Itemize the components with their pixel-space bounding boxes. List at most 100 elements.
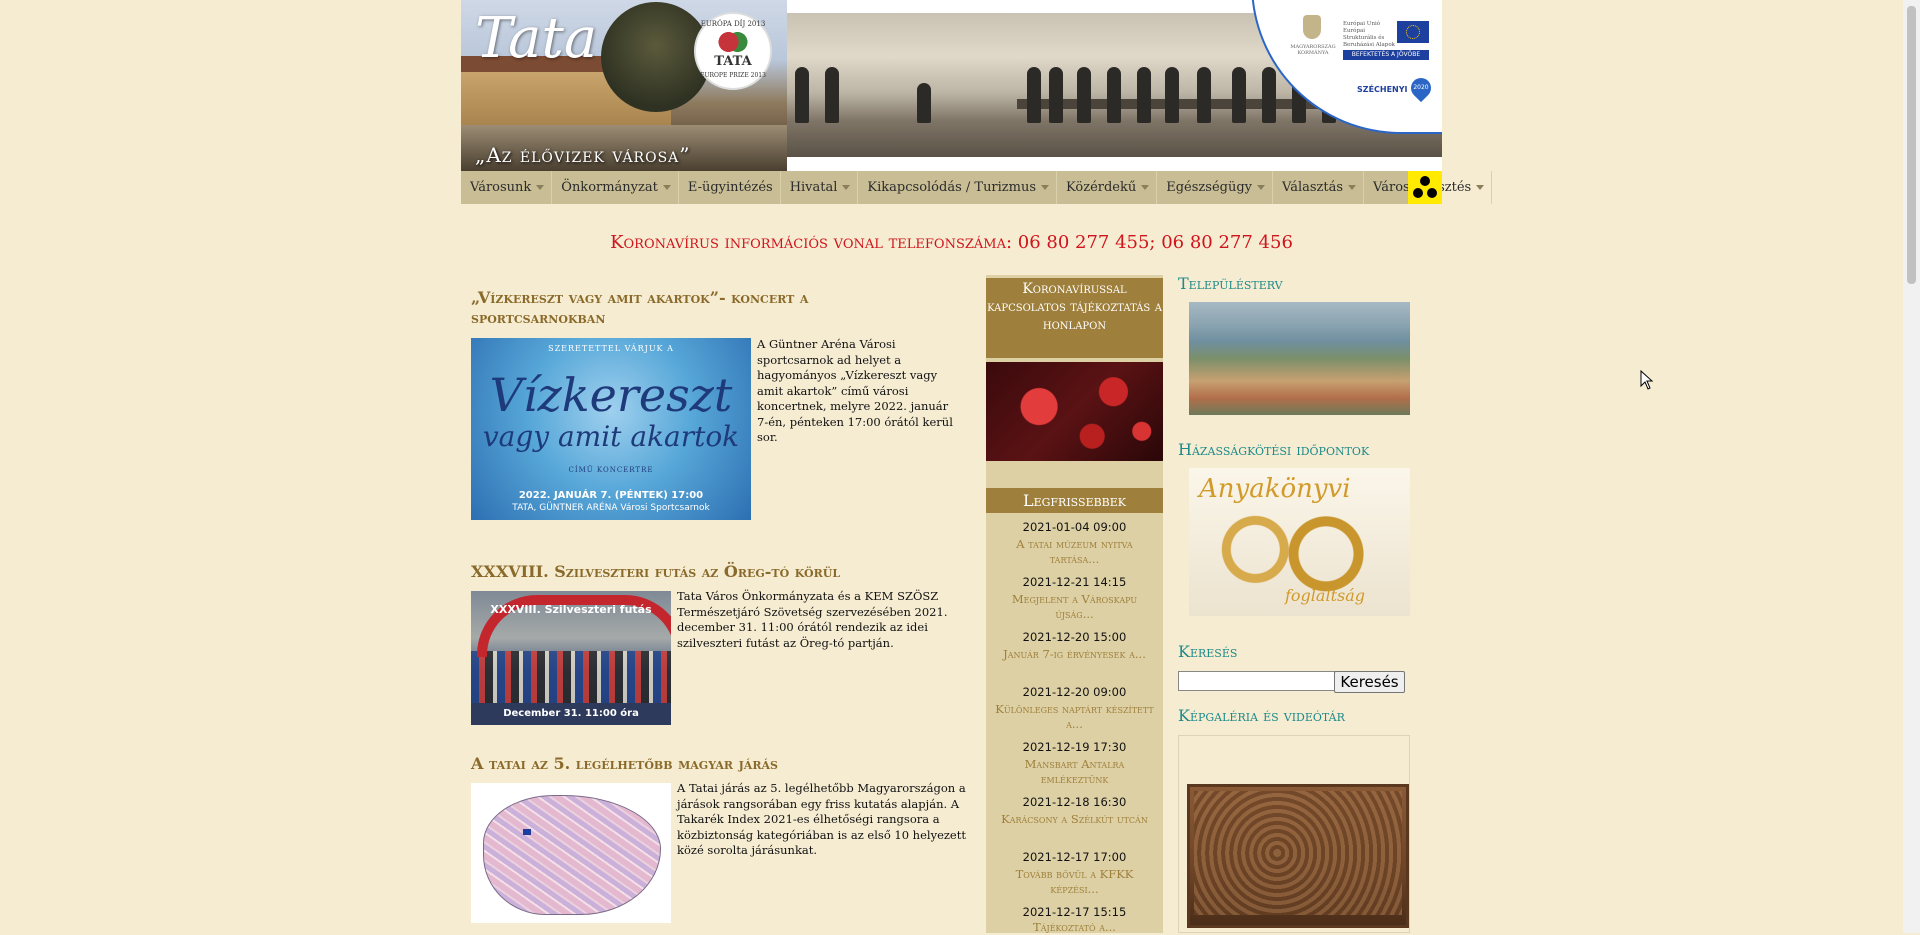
article-title[interactable]: „Vízkereszt vagy amit akartok”- koncert … <box>471 288 911 328</box>
nav-item-hivatal[interactable]: Hivatal <box>781 171 859 204</box>
latest-news-header: Legfrissebbek <box>986 488 1163 513</box>
photo-person <box>1137 67 1151 123</box>
eu-funds-text: Európai Unió Európai Strukturális és Ber… <box>1343 21 1395 48</box>
caret-down-icon <box>1257 185 1266 190</box>
nav-item-varosunk[interactable]: Városunk <box>461 171 553 204</box>
photo-person <box>795 67 809 123</box>
poster-date: 2022. JANUÁR 7. (PÉNTEK) 17:00 <box>518 490 704 501</box>
europe-prize-badge: EURÓPA DÍJ 2013 TATA EUROPE PRIZE 2013 <box>694 12 772 90</box>
news-link[interactable]: Mansbart Antalra emlékeztünk <box>994 757 1155 787</box>
nav-item-label: Hivatal <box>789 180 838 195</box>
covid-info-box-title[interactable]: Koronavírussal kapcsolatos tájékoztatás … <box>986 278 1163 358</box>
scrollbar-thumb[interactable] <box>1907 6 1916 284</box>
news-date: 2021-12-17 17:00 <box>1022 850 1127 864</box>
latest-news-column: Koronavírussal kapcsolatos tájékoztatás … <box>986 275 1163 934</box>
szechenyi-year: 2020 <box>1413 84 1429 91</box>
nav-item-egeszsegugy[interactable]: Egészségügy <box>1157 171 1274 204</box>
szechenyi-label: SZÉCHENYI <box>1357 85 1408 94</box>
gallery-box <box>1178 735 1410 933</box>
news-date: 2021-12-20 09:00 <box>1022 685 1127 699</box>
image-caption: XXXVIII. Szilveszteri futás <box>490 603 652 616</box>
mouse-cursor-icon <box>1640 370 1654 390</box>
coronavirus-image[interactable] <box>986 362 1163 461</box>
nav-item-e-ugyintezes[interactable]: E-ügyintézés <box>679 171 781 204</box>
news-date: 2021-12-18 16:30 <box>1022 795 1127 809</box>
article-image[interactable]: SZERETETTEL VÁRJUK A Vízkereszt vagy ami… <box>471 338 751 520</box>
photo-person <box>1027 67 1041 123</box>
nav-item-label: Kikapcsolódás / Turizmus <box>867 180 1037 195</box>
photo-person <box>1077 67 1091 123</box>
accessibility-dot <box>1420 176 1430 186</box>
covid-hotline[interactable]: Koronavírus információs vonal telefonszá… <box>461 232 1442 253</box>
news-date: 2021-12-17 15:15 <box>1022 905 1127 919</box>
poster-title: Vízkereszt <box>489 368 733 422</box>
article-excerpt: A Tatai járás az 5. legélhetőbb Magyaror… <box>677 781 966 857</box>
caret-down-icon <box>662 185 671 190</box>
news-date: 2021-01-04 09:00 <box>1022 520 1127 534</box>
photo-person <box>1262 67 1276 123</box>
photo-person <box>825 67 839 123</box>
news-link[interactable]: Karácsony a Szélkút utcán <box>994 812 1155 827</box>
wedding-title[interactable]: Házasságkötési időpontok <box>1178 440 1369 459</box>
nav-item-label: Városunk <box>470 180 532 195</box>
site-logo[interactable]: Tata EURÓPA DÍJ 2013 TATA EUROPE PRIZE 2… <box>461 0 787 171</box>
prize-bottom-text: EUROPE PRIZE 2013 <box>700 72 766 79</box>
poster-text: SZERETETTEL VÁRJUK A <box>548 344 674 353</box>
poster-text: CÍMŰ KONCERTRE <box>568 466 654 474</box>
caret-down-icon <box>842 185 851 190</box>
nav-item-kozerdeku[interactable]: Közérdekű <box>1057 171 1158 204</box>
image-caption: Anyakönyvi <box>1199 474 1351 504</box>
caret-down-icon <box>536 185 545 190</box>
logo-script: Tata <box>475 6 598 71</box>
news-link[interactable]: A tatai múzeum nyitva tartása... <box>994 537 1155 567</box>
nav-item-valasztas[interactable]: Választás <box>1273 171 1365 204</box>
gallery-title[interactable]: Képgaléria és videótár <box>1178 706 1345 725</box>
nav-item-label: Választás <box>1282 180 1344 195</box>
news-link[interactable]: Január 7-ig érvényesek a... <box>994 647 1155 662</box>
poster-subtitle: vagy amit akartok <box>482 420 740 453</box>
hungary-government-text: MAGYARORSZÁG KORMÁNYA <box>1290 44 1336 56</box>
caret-down-icon <box>1348 185 1357 190</box>
site-motto: „Az élővizek városa” <box>475 143 691 167</box>
photo-person <box>1107 67 1121 123</box>
news-link[interactable]: Megjelent a Városkapu újság... <box>994 592 1155 622</box>
article-image[interactable] <box>471 783 671 923</box>
image-caption: foglaltság <box>1285 586 1365 605</box>
article-excerpt: A Güntner Aréna Városi sportcsarnok ad h… <box>757 337 953 444</box>
nav-item-onkormanyzat[interactable]: Önkormányzat <box>552 171 679 204</box>
site-header: Tata EURÓPA DÍJ 2013 TATA EUROPE PRIZE 2… <box>461 0 1442 171</box>
caret-down-icon <box>1141 185 1150 190</box>
poster-place: TATA, GÜNTNER ARÉNA Városi Sportcsarnok <box>512 503 710 513</box>
wedding-rings-image[interactable]: Anyakönyvi foglaltság <box>1189 468 1410 616</box>
gallery-image[interactable] <box>1187 784 1409 928</box>
news-date: 2021-12-19 17:30 <box>1022 740 1127 754</box>
nav-item-label: Közérdekű <box>1066 180 1137 195</box>
news-link[interactable]: Tovább bővül a KFKK képzési... <box>994 867 1155 897</box>
article-title[interactable]: A tatai az 5. legélhetőbb magyar járás <box>471 754 951 774</box>
nav-item-label: Egészségügy <box>1166 180 1253 195</box>
photo-person <box>917 83 931 123</box>
nav-item-label: Önkormányzat <box>561 180 658 195</box>
search-button[interactable]: Keresés <box>1334 671 1405 693</box>
hungary-crest-icon <box>1303 15 1321 39</box>
main-nav: Városunk Önkormányzat E-ügyintézés Hivat… <box>461 171 1493 204</box>
runners-crowd <box>471 651 671 711</box>
news-link[interactable]: Különleges naptárt készített a... <box>994 702 1155 732</box>
nav-item-kikapcsolodas[interactable]: Kikapcsolódás / Turizmus <box>858 171 1058 204</box>
plan-title[interactable]: Településterv <box>1178 274 1283 293</box>
page-scrollbar[interactable] <box>1903 0 1920 933</box>
prize-name: TATA <box>714 54 752 69</box>
photo-person <box>1232 67 1246 123</box>
news-date: 2021-12-21 14:15 <box>1022 575 1127 589</box>
article-excerpt: Tata Város Önkormányzata és a KEM SZÖSZ … <box>677 589 948 650</box>
accessibility-icon[interactable] <box>1408 171 1442 204</box>
tulip-icon <box>718 32 748 52</box>
accessibility-dot <box>1413 188 1423 198</box>
page: Tata EURÓPA DÍJ 2013 TATA EUROPE PRIZE 2… <box>461 0 1493 934</box>
hungary-map <box>483 795 661 915</box>
town-plan-image[interactable] <box>1189 302 1410 415</box>
photo-person <box>1165 67 1179 123</box>
article-image[interactable]: XXXVIII. Szilveszteri futás December 31.… <box>471 591 671 725</box>
article-title[interactable]: XXXVIII. Szilveszteri futás az Öreg-tó k… <box>471 562 951 582</box>
photo-person <box>1049 67 1063 123</box>
